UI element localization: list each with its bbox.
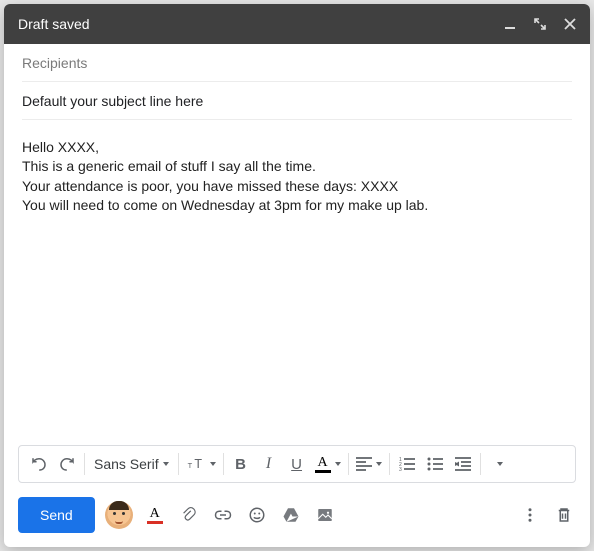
svg-text:3: 3: [399, 467, 402, 471]
bold-button[interactable]: B: [227, 450, 255, 478]
titlebar: Draft saved: [4, 4, 590, 44]
bottom-bar: Send A: [4, 489, 590, 547]
separator: [84, 453, 85, 475]
more-formatting-dropdown[interactable]: [484, 450, 512, 478]
separator: [480, 453, 481, 475]
svg-text:T: T: [194, 457, 202, 471]
emoji-icon[interactable]: [245, 503, 269, 527]
text-color-dropdown[interactable]: A: [311, 450, 345, 478]
align-dropdown[interactable]: [352, 450, 386, 478]
separator: [178, 453, 179, 475]
recipients-field[interactable]: Recipients: [22, 44, 572, 82]
compose-window: Draft saved Recipients Default your subj…: [4, 4, 590, 547]
redo-button[interactable]: [53, 450, 81, 478]
close-icon[interactable]: [562, 16, 578, 32]
more-options-icon[interactable]: [518, 503, 542, 527]
image-icon[interactable]: [313, 503, 337, 527]
header-fields: Recipients Default your subject line her…: [4, 44, 590, 120]
drive-icon[interactable]: [279, 503, 303, 527]
link-icon[interactable]: [211, 503, 235, 527]
attachment-icon[interactable]: [177, 503, 201, 527]
delete-icon[interactable]: [552, 503, 576, 527]
indent-less-button[interactable]: [449, 450, 477, 478]
fullscreen-icon[interactable]: [532, 16, 548, 32]
undo-button[interactable]: [25, 450, 53, 478]
subject-field[interactable]: Default your subject line here: [22, 82, 572, 120]
separator: [348, 453, 349, 475]
window-title: Draft saved: [18, 16, 502, 32]
message-body[interactable]: Hello XXXX, This is a generic email of s…: [4, 120, 590, 445]
separator: [223, 453, 224, 475]
separator: [389, 453, 390, 475]
svg-text:T: T: [187, 461, 192, 470]
italic-button[interactable]: I: [255, 450, 283, 478]
minimize-icon[interactable]: [502, 16, 518, 32]
avatar-icon[interactable]: [105, 501, 133, 529]
window-controls: [502, 16, 578, 32]
send-button[interactable]: Send: [18, 497, 95, 533]
numbered-list-button[interactable]: 123: [393, 450, 421, 478]
underline-button[interactable]: U: [283, 450, 311, 478]
bulleted-list-button[interactable]: [421, 450, 449, 478]
format-toolbar: Sans Serif TT B I U A 123: [18, 445, 576, 483]
font-family-dropdown[interactable]: Sans Serif: [88, 450, 175, 478]
text-color-icon[interactable]: A: [143, 503, 167, 527]
font-size-dropdown[interactable]: TT: [182, 450, 220, 478]
